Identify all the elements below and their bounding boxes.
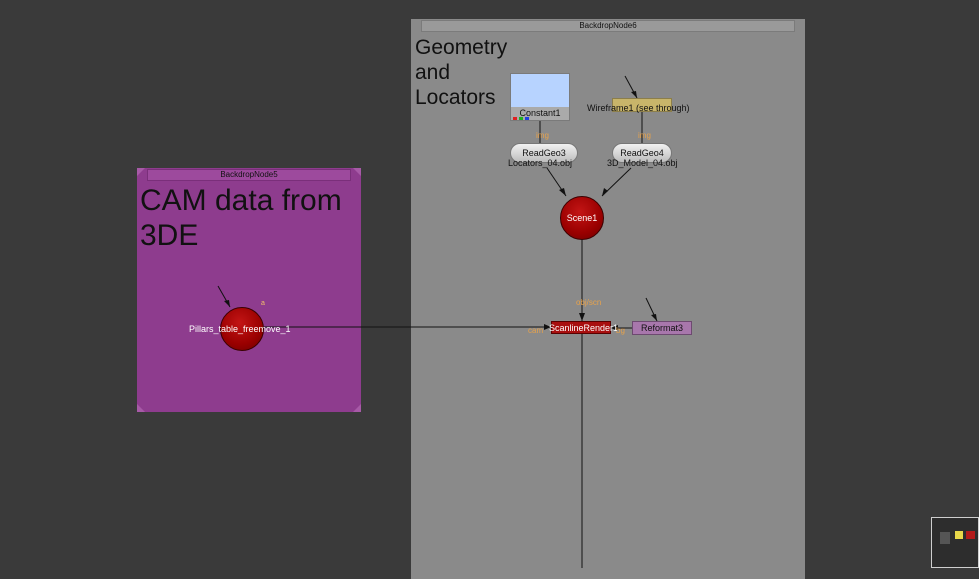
blue-channel-icon [525,117,529,120]
arrow-head-icon [631,91,637,98]
minimap-node-icon [955,531,963,539]
minimap-node-icon [966,531,975,539]
green-channel-icon [519,117,523,120]
arrow-head-icon [602,188,608,196]
reformat3-node[interactable]: Reformat3 [632,321,692,335]
arrow-head-icon [579,313,585,321]
scene1-node[interactable]: Scene1 [560,196,604,240]
node-label: Wireframe1 (see through) [587,103,690,113]
port-label: obj/scn [576,298,602,307]
constant1-node[interactable]: Constant1 [510,73,570,121]
arrow-head-icon [559,188,566,196]
minimap-view-icon [940,532,950,544]
navigator-minimap[interactable] [931,517,979,568]
arrow-head-icon [651,314,657,321]
port-label: img [536,131,549,140]
node-file-label: 3D_Model_04.obj [607,158,678,168]
port-label: img [638,131,651,140]
camera-marker: a [261,300,265,307]
node-label: Scene1 [566,213,598,223]
node-label: ScanlineRender1 [549,323,619,333]
red-channel-icon [513,117,517,120]
port-label: cam [528,326,544,335]
node-wires [217,75,658,568]
arrow-head-icon [224,300,230,307]
node-label: Pillars_table_freemove_1 [189,324,291,334]
node-file-label: Locators_04.obj [508,158,573,168]
